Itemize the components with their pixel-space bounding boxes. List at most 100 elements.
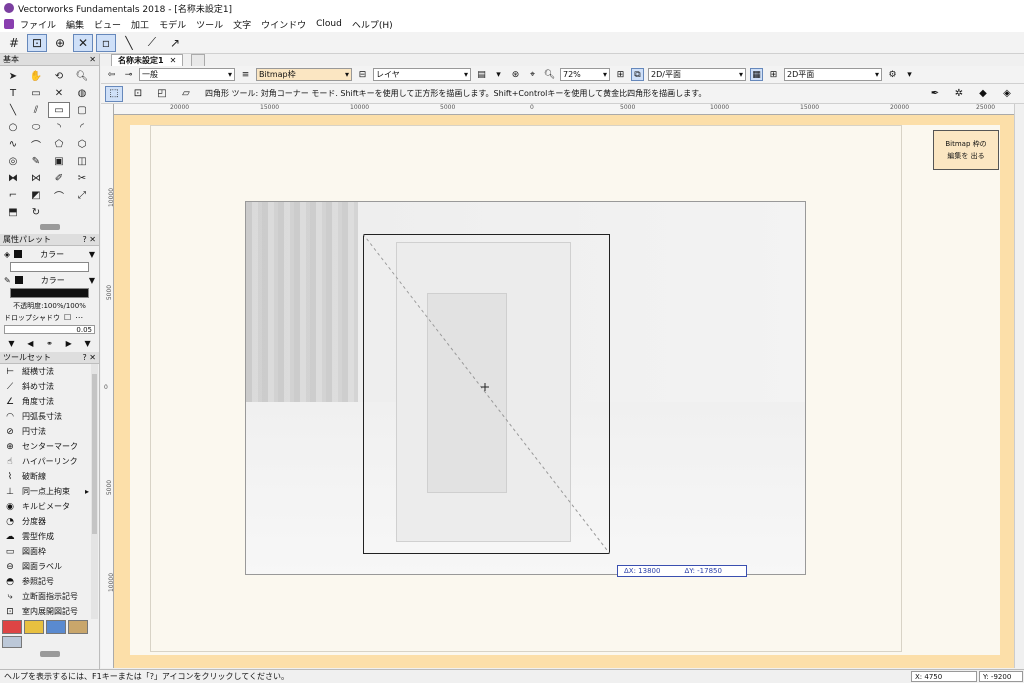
locus-tool-icon[interactable]: ✕ [48, 85, 70, 101]
more-icon[interactable]: ⋯ [75, 313, 83, 322]
class-icon[interactable]: ⊸ [122, 68, 135, 81]
plan-view-icon[interactable]: ⧉ [631, 68, 644, 81]
list-item[interactable]: ⊡ 室内展開図記号 [0, 604, 99, 619]
render-settings-icon[interactable]: ⊞ [767, 68, 780, 81]
opacity-label[interactable]: 不透明度:100%/100% [0, 301, 99, 311]
saved-views-icon[interactable]: ▤ [475, 68, 488, 81]
arrowhead-row[interactable]: ▼ ◀ ⚭ ▶ ▼ [0, 335, 99, 351]
polygon-tool-icon[interactable]: ⬠ [48, 136, 70, 152]
arrow-down-icon[interactable]: ▼ [84, 339, 90, 348]
render-select[interactable]: 2D平面 ▾ [784, 68, 882, 81]
edge-mode-icon[interactable]: ◰ [153, 86, 171, 102]
regular-polygon-icon[interactable]: ⬡ [71, 136, 93, 152]
menu-tools[interactable]: ツール [196, 18, 223, 31]
list-item[interactable]: ◔ 分度器 [0, 514, 99, 529]
render-mode-icon[interactable]: ▦ [750, 68, 763, 81]
layer-select[interactable]: Bitmap枠 ▾ [256, 68, 352, 81]
view-select[interactable]: 2D/平面 ▾ [648, 68, 746, 81]
zoom-select[interactable]: 72% ▾ [560, 68, 610, 81]
oval-tool-icon[interactable]: ⬭ [25, 119, 47, 135]
connect-tool-icon[interactable]: ⌐ [2, 187, 24, 203]
scrollbar-thumb[interactable] [92, 374, 97, 534]
list-item[interactable]: ◉ キルビメータ [0, 499, 99, 514]
list-item[interactable]: ☁ 雲型作成 [0, 529, 99, 544]
fillet-tool-icon[interactable]: ◫ [71, 153, 93, 169]
eyedropper-tool-icon[interactable]: ✎ [25, 153, 47, 169]
layers-icon[interactable]: ≡ [239, 68, 252, 81]
close-icon[interactable]: ✕ [170, 56, 177, 65]
list-item[interactable]: ⊖ 図面ラベル [0, 559, 99, 574]
attribute-fill-icon[interactable]: ◈ [998, 86, 1016, 102]
list-item[interactable]: ◓ 参照記号 [0, 574, 99, 589]
freehand-tool-icon[interactable]: ∿ [2, 136, 24, 152]
line-weight-field[interactable]: 0.05 [4, 325, 95, 334]
dropdown-icon[interactable]: ▾ [903, 68, 916, 81]
building-shell-tab-icon[interactable] [46, 620, 66, 634]
move-by-points-icon[interactable]: ⤢ [71, 187, 93, 203]
zoom-icon[interactable]: 🔍︎ [543, 68, 556, 81]
spiral-tool-icon[interactable]: ◎ [2, 153, 24, 169]
help-close-icons[interactable]: ? ✕ [83, 235, 97, 244]
clip-tool-icon[interactable]: ◩ [25, 187, 47, 203]
dropdown-arrow-icon[interactable]: ▼ [89, 250, 95, 259]
rotated-mode-icon[interactable]: ▱ [177, 86, 195, 102]
rectangle-tool-icon[interactable]: ▭ [48, 102, 70, 118]
site-tab-icon[interactable] [2, 636, 22, 648]
snap-smart-edge-icon[interactable]: ↗ [165, 34, 185, 52]
layer-type-select[interactable]: レイヤ ▾ [373, 68, 471, 81]
snap-distance-icon[interactable]: ▫ [96, 33, 116, 52]
snap-surface-icon[interactable]: ⟋ [142, 34, 162, 52]
furniture-tab-icon[interactable] [68, 620, 88, 634]
dropdown-arrow-icon[interactable]: ▼ [89, 276, 95, 285]
flyover-tool-icon[interactable]: ⟲ [48, 68, 70, 84]
attribute-mapping-icon[interactable]: ◍ [71, 85, 93, 101]
list-item[interactable]: ⊥ 同一点上拘束 ▸ [0, 484, 99, 499]
pen-swatch[interactable] [14, 276, 23, 284]
rotate-tool-icon[interactable]: ↻ [25, 204, 47, 220]
center-mode-icon[interactable]: ⊡ [129, 86, 147, 102]
fill-swatch[interactable] [14, 250, 23, 258]
polyline-tool-icon[interactable]: ⌒ [25, 136, 47, 152]
menu-text[interactable]: 文字 [233, 18, 251, 31]
zoom-page-icon[interactable]: ⌖ [526, 68, 539, 81]
menu-modify[interactable]: 加工 [131, 18, 149, 31]
list-item[interactable]: ⌇ 破断線 [0, 469, 99, 484]
toolset-scrollbar[interactable] [91, 364, 98, 619]
corner-mode-icon[interactable]: ⬚ [105, 85, 123, 102]
vertical-scrollbar[interactable] [1014, 104, 1024, 668]
dropdown-icon[interactable]: ▾ [492, 68, 505, 81]
menu-edit[interactable]: 編集 [66, 18, 84, 31]
snap-intersection-icon[interactable]: ✕ [73, 33, 93, 52]
arrow-left-icon[interactable]: ◀ [27, 339, 33, 348]
list-item[interactable]: ⊘ 円寸法 [0, 424, 99, 439]
basic-palette-scroll[interactable] [0, 222, 99, 232]
dropshadow-row[interactable]: ドロップシャドウ ☐ ⋯ [0, 311, 99, 324]
callout-tool-icon[interactable]: ▭ [25, 85, 47, 101]
y-coordinate[interactable]: Y: -9200 [979, 671, 1023, 682]
pan-tool-icon[interactable]: ✋ [25, 68, 47, 84]
class-select[interactable]: 一般 ▾ [139, 68, 235, 81]
circle-tool-icon[interactable]: ○ [2, 119, 24, 135]
link-icon[interactable]: ⚭ [46, 339, 53, 348]
checkbox-icon[interactable]: ☐ [64, 313, 71, 322]
x-coordinate[interactable]: X: 4750 [911, 671, 977, 682]
close-icon[interactable]: ✕ [89, 55, 96, 64]
menu-file[interactable]: ファイル [20, 18, 56, 31]
mirror-tool-icon[interactable]: ⧓ [2, 170, 24, 186]
toolset-scroll[interactable] [0, 649, 99, 659]
pen-row[interactable]: ✎ カラー ▼ [0, 272, 99, 288]
snap-angle-icon[interactable]: ⊕ [50, 34, 70, 52]
double-line-tool-icon[interactable]: ⫽ [25, 102, 47, 118]
lighting-icon[interactable]: ⚙ [886, 68, 899, 81]
snap-magic-icon[interactable]: ✒ [926, 86, 944, 102]
back-arrow-icon[interactable]: ⇦ [105, 68, 118, 81]
layer-visibility-icon[interactable]: ⊟ [356, 68, 369, 81]
list-item[interactable]: ⊕ センターマーク [0, 439, 99, 454]
dims-notes-tab-icon[interactable] [2, 620, 22, 634]
menu-help[interactable]: ヘルプ(H) [352, 18, 393, 31]
menu-model[interactable]: モデル [159, 18, 186, 31]
vectorworks-icon[interactable] [4, 19, 14, 29]
arrow-down-icon[interactable]: ▼ [8, 339, 14, 348]
zoom-objects-icon[interactable]: ⊛ [509, 68, 522, 81]
projection-icon[interactable]: ⊞ [614, 68, 627, 81]
